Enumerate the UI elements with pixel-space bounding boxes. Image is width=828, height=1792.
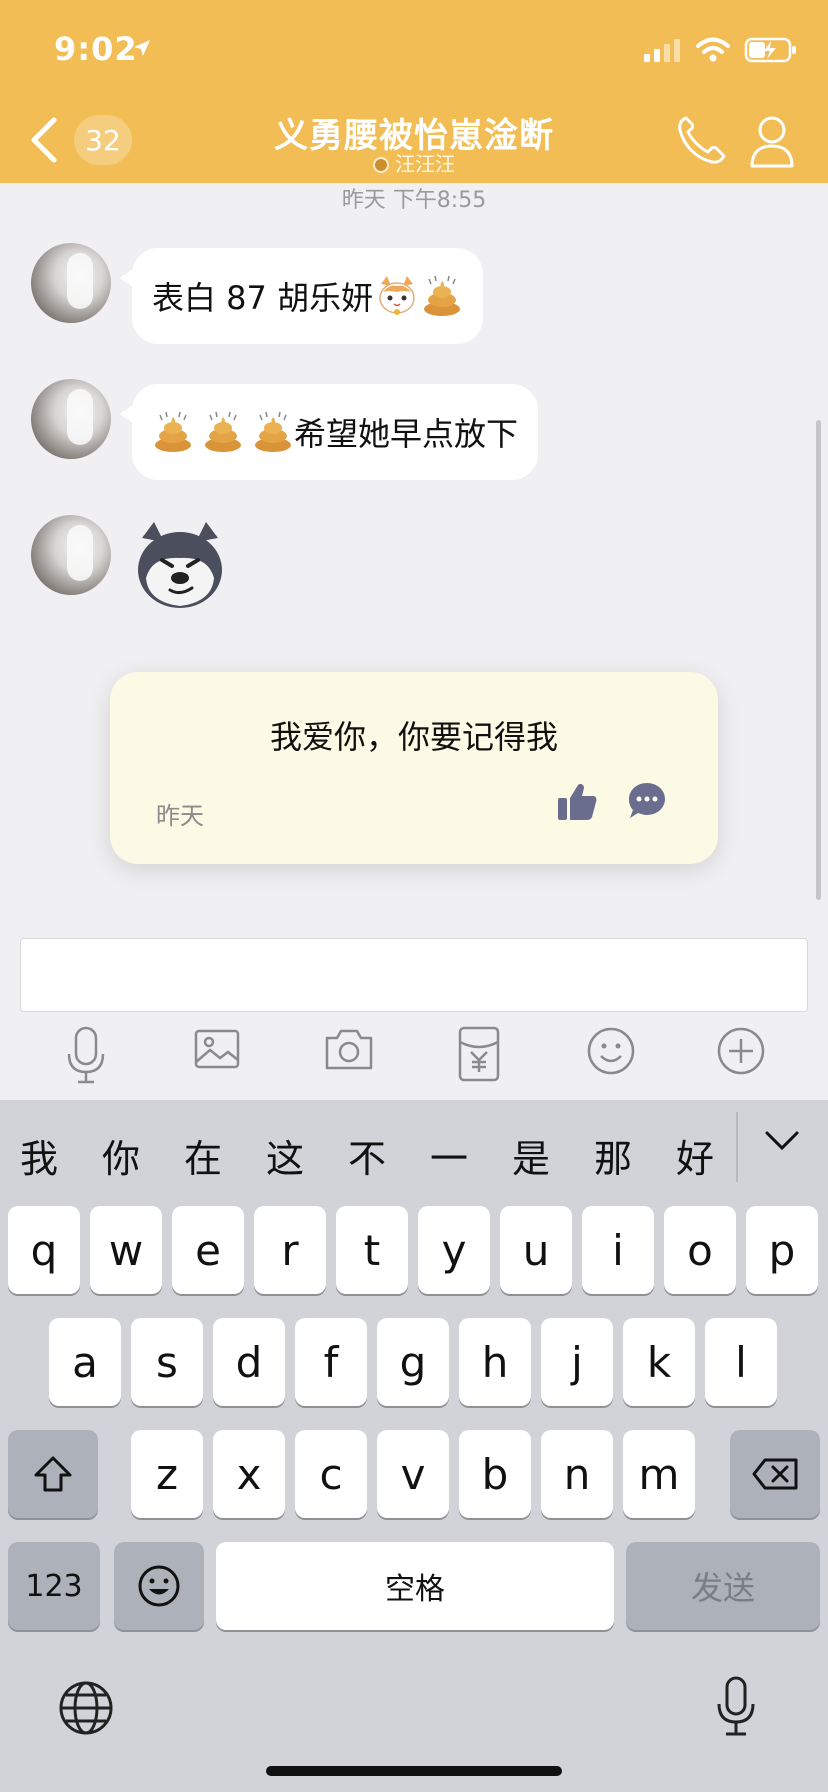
chat-scrollbar[interactable] — [816, 420, 821, 900]
numbers-key[interactable]: 123 — [8, 1542, 100, 1630]
message-timestamp: 昨天 下午8:55 — [341, 188, 487, 213]
message-bubble[interactable]: 表白 87 胡乐妍 — [119, 248, 484, 344]
key-p[interactable]: p — [746, 1206, 818, 1294]
candidate-word[interactable]: 你 — [102, 1128, 140, 1183]
key-o[interactable]: o — [664, 1206, 736, 1294]
candidate-word[interactable]: 在 — [184, 1128, 222, 1183]
sender-avatar[interactable] — [31, 379, 111, 459]
key-y[interactable]: y — [418, 1206, 490, 1294]
key-i[interactable]: i — [582, 1206, 654, 1294]
globe-icon[interactable] — [58, 1680, 114, 1736]
candidate-divider — [736, 1112, 738, 1182]
backspace-key[interactable] — [730, 1430, 820, 1518]
plus-icon[interactable] — [716, 1026, 766, 1076]
space-key[interactable]: 空格 — [216, 1542, 614, 1630]
key-k[interactable]: k — [623, 1318, 695, 1406]
key-d[interactable]: d — [213, 1318, 285, 1406]
status-indicators — [642, 36, 798, 64]
key-r[interactable]: r — [254, 1206, 326, 1294]
message-text: 表白 87 胡乐妍 — [152, 279, 374, 317]
poop-emoji-icon — [255, 411, 291, 452]
camera-icon[interactable] — [324, 1026, 374, 1072]
chat-subtitle-text: 汪汪汪 — [395, 152, 455, 176]
key-z[interactable]: z — [131, 1430, 203, 1518]
candidate-bar: 我 你 在 这 不 一 是 那 好 — [0, 1100, 828, 1200]
wifi-icon — [696, 37, 730, 62]
profile-icon[interactable] — [748, 114, 796, 168]
comment-icon[interactable] — [626, 780, 668, 822]
candidate-word[interactable]: 这 — [266, 1128, 304, 1183]
featured-message-card[interactable]: 我爱你，你要记得我 昨天 — [110, 672, 718, 864]
microphone-icon[interactable] — [66, 1026, 106, 1086]
dictation-microphone-icon[interactable] — [716, 1676, 756, 1738]
key-l[interactable]: l — [705, 1318, 777, 1406]
key-w[interactable]: w — [90, 1206, 162, 1294]
home-indicator[interactable] — [266, 1766, 562, 1776]
key-x[interactable]: x — [213, 1430, 285, 1518]
key-j[interactable]: j — [541, 1318, 613, 1406]
chat-header: 9:02 32 义勇腰被怡崽淦断 汪汪汪 — [0, 0, 828, 183]
key-e[interactable]: e — [172, 1206, 244, 1294]
backspace-icon — [752, 1458, 798, 1490]
battery-charging-icon — [744, 37, 796, 63]
key-g[interactable]: g — [377, 1318, 449, 1406]
red-packet-icon[interactable] — [458, 1026, 500, 1082]
key-q[interactable]: q — [8, 1206, 80, 1294]
candidate-word[interactable]: 好 — [676, 1128, 714, 1183]
phone-call-icon[interactable] — [676, 114, 726, 166]
key-a[interactable]: a — [49, 1318, 121, 1406]
thumbs-up-icon[interactable] — [556, 782, 598, 822]
poop-emoji-icon — [155, 411, 191, 452]
poop-emoji-icon — [205, 411, 241, 452]
poop-emoji-icon — [424, 275, 461, 316]
message-input[interactable] — [20, 938, 808, 1012]
message-text: 希望她早点放下 — [294, 415, 519, 453]
keyboard: 我 你 在 这 不 一 是 那 好 q w e r t y u i o p a … — [0, 1100, 828, 1792]
dog-avatar-icon — [373, 157, 389, 173]
husky-sticker-icon[interactable] — [132, 520, 228, 612]
emoji-keyboard-key[interactable] — [114, 1542, 204, 1630]
shift-key[interactable] — [8, 1430, 98, 1518]
key-s[interactable]: s — [131, 1318, 203, 1406]
candidate-word[interactable]: 那 — [594, 1128, 632, 1183]
sender-avatar[interactable] — [31, 515, 111, 595]
candidate-word[interactable]: 我 — [20, 1128, 58, 1183]
input-toolbar — [0, 1020, 828, 1100]
card-date: 昨天 — [156, 802, 204, 830]
key-v[interactable]: v — [377, 1430, 449, 1518]
key-m[interactable]: m — [623, 1430, 695, 1518]
key-u[interactable]: u — [500, 1206, 572, 1294]
message-bubble[interactable]: 希望她早点放下 — [119, 384, 539, 480]
status-time: 9:02 — [54, 30, 138, 68]
chevron-down-icon[interactable] — [764, 1130, 800, 1152]
image-icon[interactable] — [194, 1026, 240, 1072]
emoji-keyboard-icon — [138, 1565, 180, 1607]
key-c[interactable]: c — [295, 1430, 367, 1518]
location-arrow-icon — [134, 40, 150, 56]
cat-emoji-icon — [379, 276, 415, 315]
send-key[interactable]: 发送 — [626, 1542, 820, 1630]
signal-icon — [644, 39, 680, 62]
card-text: 我爱你，你要记得我 — [269, 718, 558, 756]
emoji-icon[interactable] — [586, 1026, 636, 1076]
candidate-word[interactable]: 不 — [348, 1128, 386, 1183]
key-b[interactable]: b — [459, 1430, 531, 1518]
candidate-word[interactable]: 一 — [430, 1128, 468, 1183]
shift-arrow-icon — [34, 1456, 72, 1492]
key-n[interactable]: n — [541, 1430, 613, 1518]
sender-avatar[interactable] — [31, 243, 111, 323]
candidate-word[interactable]: 是 — [512, 1128, 550, 1183]
key-t[interactable]: t — [336, 1206, 408, 1294]
key-h[interactable]: h — [459, 1318, 531, 1406]
key-f[interactable]: f — [295, 1318, 367, 1406]
